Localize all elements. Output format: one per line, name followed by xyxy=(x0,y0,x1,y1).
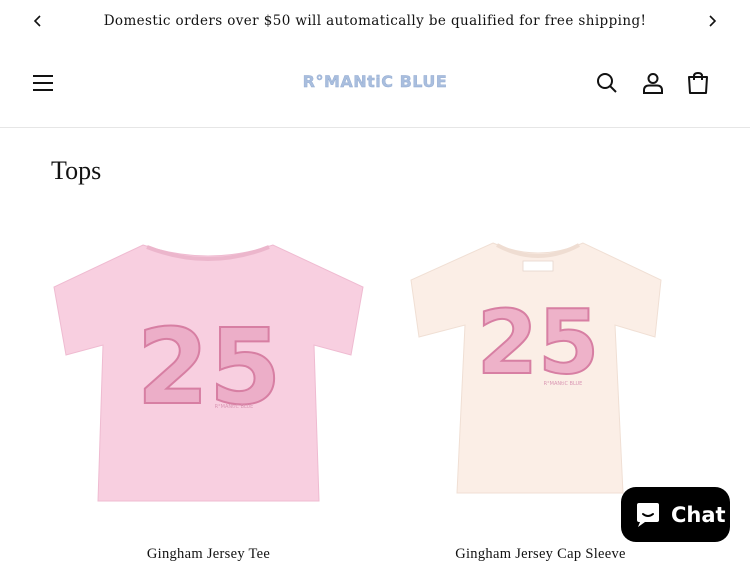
product-card[interactable]: 25 R°MANtiC BLUE Gingham Jersey Cap Slee… xyxy=(383,225,698,562)
chat-button[interactable]: Chat xyxy=(621,487,730,542)
print-wordmark: R°MANtiC BLUE xyxy=(215,404,254,410)
hamburger-menu-icon xyxy=(33,75,53,91)
account-button[interactable] xyxy=(640,70,666,96)
cart-icon xyxy=(688,71,708,94)
search-icon xyxy=(597,73,617,93)
product-image[interactable]: 25 R°MANtiC BLUE xyxy=(51,225,366,525)
neck-label xyxy=(522,260,554,272)
site-logo[interactable]: R°MANtiC BLUE xyxy=(260,68,490,94)
site-header: R°MANtiC BLUE xyxy=(0,42,750,128)
chevron-left-icon xyxy=(33,15,41,27)
chat-label: Chat xyxy=(671,502,726,527)
logo-wordmark: R°MANtiC BLUE xyxy=(302,72,448,91)
svg-text:R°MANtiC BLUE: R°MANtiC BLUE xyxy=(303,72,448,91)
menu-button[interactable] xyxy=(30,70,56,96)
product-name[interactable]: Gingham Jersey Cap Sleeve xyxy=(383,546,698,563)
announcement-next-button[interactable] xyxy=(702,11,722,31)
chevron-right-icon xyxy=(709,15,717,27)
product-image[interactable]: 25 R°MANtiC BLUE xyxy=(383,225,698,525)
cart-button[interactable] xyxy=(685,70,711,96)
tshirt-image: 25 R°MANtiC BLUE xyxy=(410,242,662,494)
chat-bubble-icon xyxy=(637,502,659,527)
account-icon xyxy=(643,73,663,94)
announcement-message: Domestic orders over $50 will automatica… xyxy=(103,13,647,29)
tshirt-image: 25 R°MANtiC BLUE xyxy=(53,244,364,502)
print-number: 25 xyxy=(477,291,599,394)
product-card[interactable]: 25 R°MANtiC BLUE Gingham Jersey Tee xyxy=(51,225,366,562)
product-name[interactable]: Gingham Jersey Tee xyxy=(51,546,366,563)
collection-title: Tops xyxy=(51,156,102,185)
announcement-bar: Domestic orders over $50 will automatica… xyxy=(0,0,750,42)
announcement-prev-button[interactable] xyxy=(28,11,48,31)
print-number: 25 xyxy=(137,306,282,428)
search-button[interactable] xyxy=(594,70,620,96)
print-wordmark: R°MANtiC BLUE xyxy=(544,381,583,387)
